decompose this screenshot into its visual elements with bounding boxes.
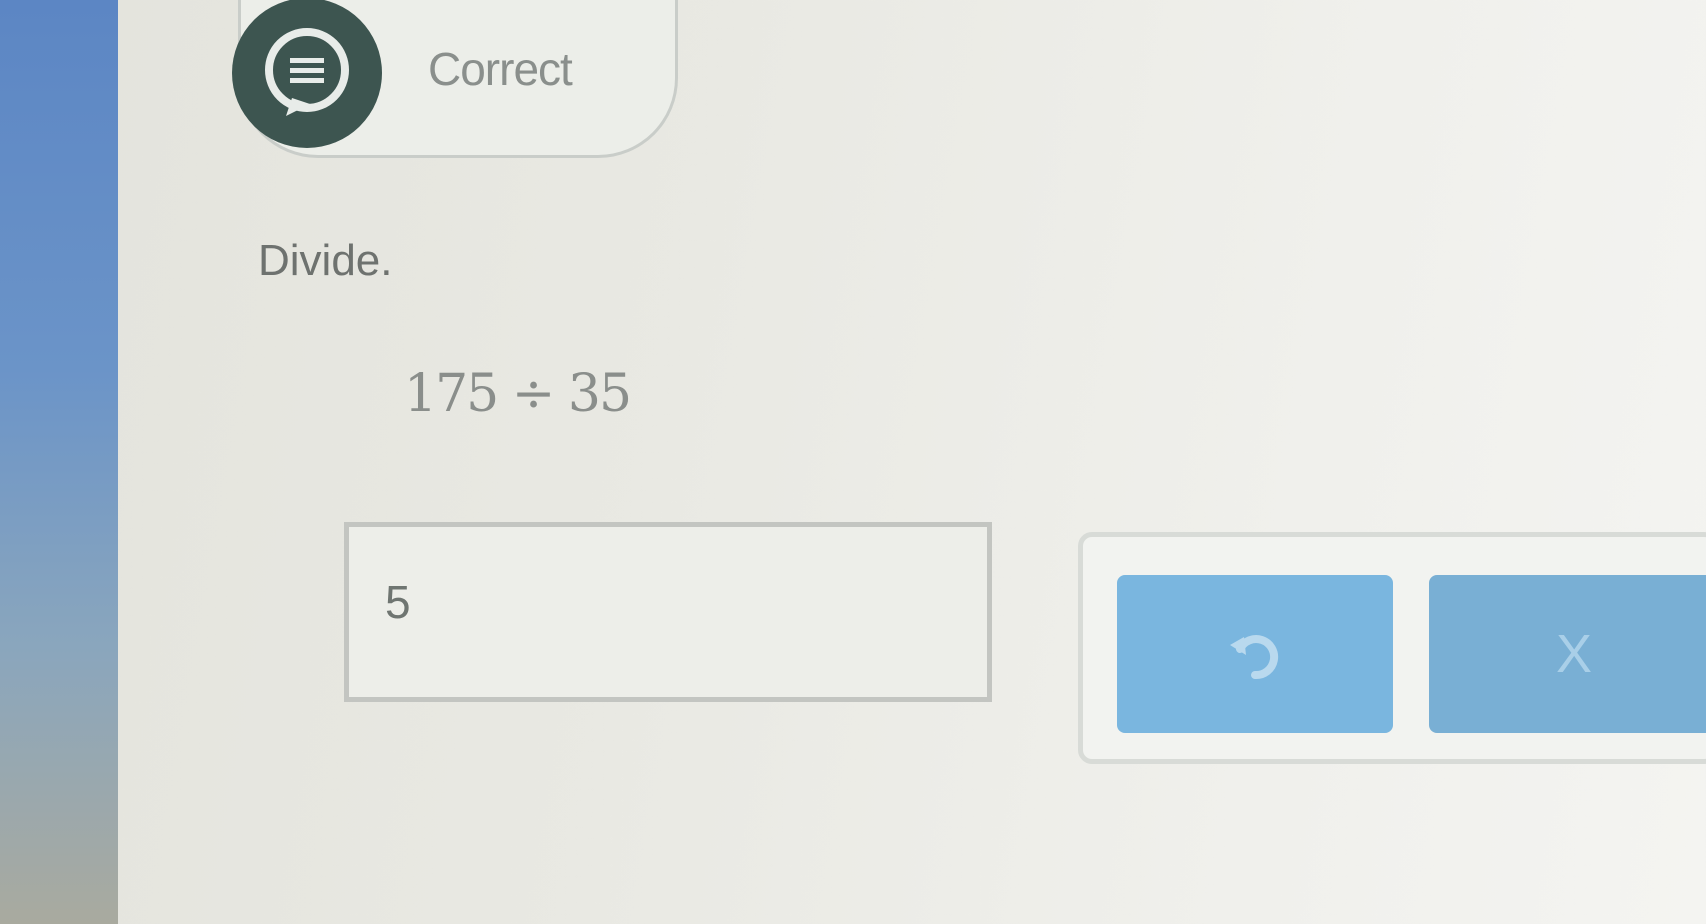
undo-arrow-icon [1230,635,1279,680]
division-equation: 175 ÷ 35 [404,364,632,424]
answer-value: 5 [385,576,411,628]
feedback-label: Correct [428,43,573,95]
left-blue-sidebar [0,0,118,924]
clear-button[interactable]: X [1429,575,1706,733]
undo-button[interactable] [1117,575,1393,733]
chat-bubble-icon [232,0,382,148]
keypad-panel: X [1078,532,1706,764]
answer-input[interactable]: 5 [344,522,992,702]
question-prompt: Divide. [258,236,393,285]
